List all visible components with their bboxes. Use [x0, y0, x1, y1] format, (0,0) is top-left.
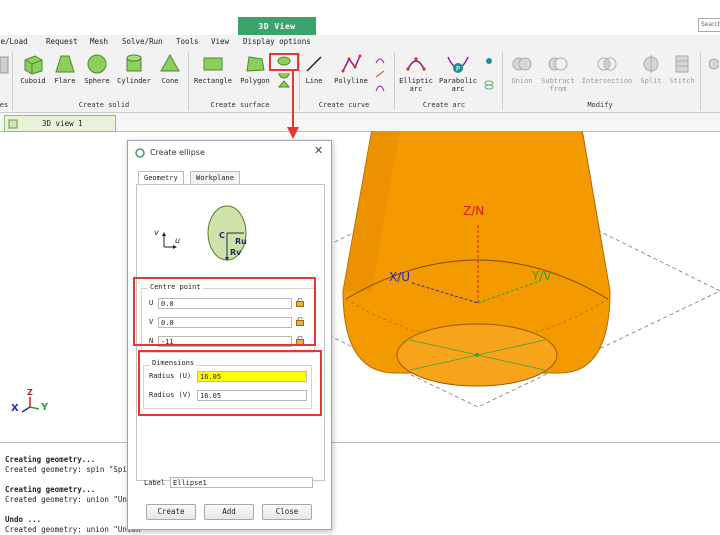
menu-view[interactable]: View	[211, 37, 229, 46]
console-line: Undo ...	[5, 515, 42, 524]
split-icon	[643, 55, 659, 73]
union-icon	[512, 57, 532, 71]
cone-button[interactable]: Cone	[156, 53, 184, 85]
cylinder-icon	[126, 54, 142, 72]
console-line: Creating geometry...	[5, 485, 96, 494]
intersection-button[interactable]: Intersection	[578, 53, 636, 85]
label-field[interactable]: Ellipse1	[170, 477, 313, 488]
subtract-icon	[548, 57, 568, 71]
menu-mesh[interactable]: Mesh	[90, 37, 108, 46]
stitch-icon	[675, 55, 689, 73]
context-tab-3d-view[interactable]: 3D View	[238, 17, 316, 35]
axis-label-z: Z/N	[463, 204, 485, 218]
highlight-ellipse-tool	[269, 53, 299, 71]
spline-button[interactable]	[373, 53, 387, 97]
menu-source-load[interactable]: ce/Load	[0, 37, 28, 46]
parabolic-arc-icon: P	[447, 56, 469, 73]
menu-display-options[interactable]: Display options	[243, 37, 311, 46]
svg-text:P: P	[456, 65, 460, 73]
line-button[interactable]: Line	[302, 53, 326, 85]
spline-icon	[375, 58, 385, 92]
console-line: Created geometry: union "Union	[5, 525, 141, 534]
union-button[interactable]: Union	[506, 53, 538, 85]
tab-geometry[interactable]: Geometry	[138, 171, 184, 185]
rectangle-icon	[203, 57, 223, 71]
group-label-modify: Modify	[587, 101, 613, 109]
elliptic-arc-button[interactable]: Elliptic arc	[397, 53, 435, 93]
3d-viewport[interactable]	[0, 131, 720, 442]
menu-tools[interactable]: Tools	[176, 37, 199, 46]
console-line: Created geometry: spin "Spin	[5, 465, 132, 474]
diagram-c-label: C	[219, 231, 225, 240]
create-button[interactable]: Create	[146, 504, 196, 520]
cuboid-icon	[24, 55, 43, 75]
close-button[interactable]: Close	[262, 504, 312, 520]
clipped-tool[interactable]	[0, 53, 10, 77]
intersection-icon	[597, 57, 617, 71]
console-line: Creating geometry...	[5, 455, 96, 464]
parabolic-arc-button[interactable]: P Parabolic arc	[437, 53, 479, 93]
triad-z: Z	[27, 388, 33, 397]
arrow-down-icon	[287, 71, 299, 139]
axis-label-y: Y/V	[532, 269, 552, 283]
tab-3d-view-1[interactable]: 3D view 1	[4, 115, 116, 132]
flare-icon	[55, 55, 75, 73]
group-label-create-surface: Create surface	[210, 101, 270, 109]
dialog-app-icon	[135, 148, 145, 158]
console-line: Created geometry: union "Uni	[5, 495, 132, 504]
elliptic-arc-icon	[406, 57, 426, 71]
cylinder-button[interactable]: Cylinder	[114, 53, 154, 85]
polyline-icon	[341, 54, 362, 73]
close-icon[interactable]: ✕	[314, 144, 323, 157]
menu-request[interactable]: Request	[46, 37, 78, 46]
polygon-button[interactable]: Polygon	[237, 53, 273, 85]
group-label-create-curve: Create curve	[318, 101, 370, 109]
triad-y: Y	[41, 402, 49, 413]
diagram-u-label: u	[175, 236, 181, 245]
sphere-icon	[87, 54, 107, 74]
triad-x: X	[11, 403, 19, 414]
view-icon	[8, 119, 18, 128]
message-console: Creating geometry... Created geometry: s…	[0, 442, 720, 534]
helix-icon	[484, 58, 494, 90]
axis-label-x: X/U	[389, 270, 411, 284]
tab-workplane[interactable]: Workplane	[190, 171, 240, 185]
diagram-rv-label: Rv	[230, 248, 242, 257]
polygon-icon	[246, 56, 265, 72]
diagram-ru-label: Ru	[235, 237, 247, 246]
ellipse-diagram	[162, 205, 247, 261]
highlight-centre-point	[133, 277, 316, 346]
arc-extra-button[interactable]	[482, 53, 496, 97]
search-input[interactable]: Search	[698, 18, 720, 32]
highlight-dimensions	[138, 350, 322, 416]
label-label: Label	[144, 479, 166, 487]
stitch-button[interactable]: Stitch	[667, 53, 697, 85]
sphere-button[interactable]: Sphere	[82, 53, 112, 85]
add-button[interactable]: Add	[204, 504, 254, 520]
group-label-clipped: es	[0, 101, 9, 109]
menu-solve-run[interactable]: Solve/Run	[122, 37, 163, 46]
polyline-button[interactable]: Polyline	[332, 53, 370, 85]
clipped-right-tool[interactable]	[704, 53, 720, 77]
dialog-title: Create ellipse	[150, 148, 205, 157]
rectangle-button[interactable]: Rectangle	[193, 53, 233, 85]
group-label-create-arc: Create arc	[422, 101, 466, 109]
split-button[interactable]: Split	[637, 53, 665, 85]
cone-icon	[160, 53, 180, 72]
group-label-create-solid: Create solid	[78, 101, 130, 109]
diagram-v-label: v	[154, 228, 159, 237]
title-strip	[0, 0, 720, 18]
flare-button[interactable]: Flare	[50, 53, 80, 85]
cuboid-button[interactable]: Cuboid	[18, 53, 48, 85]
line-icon	[306, 56, 322, 72]
subtract-from-button[interactable]: Subtract from	[539, 53, 577, 93]
